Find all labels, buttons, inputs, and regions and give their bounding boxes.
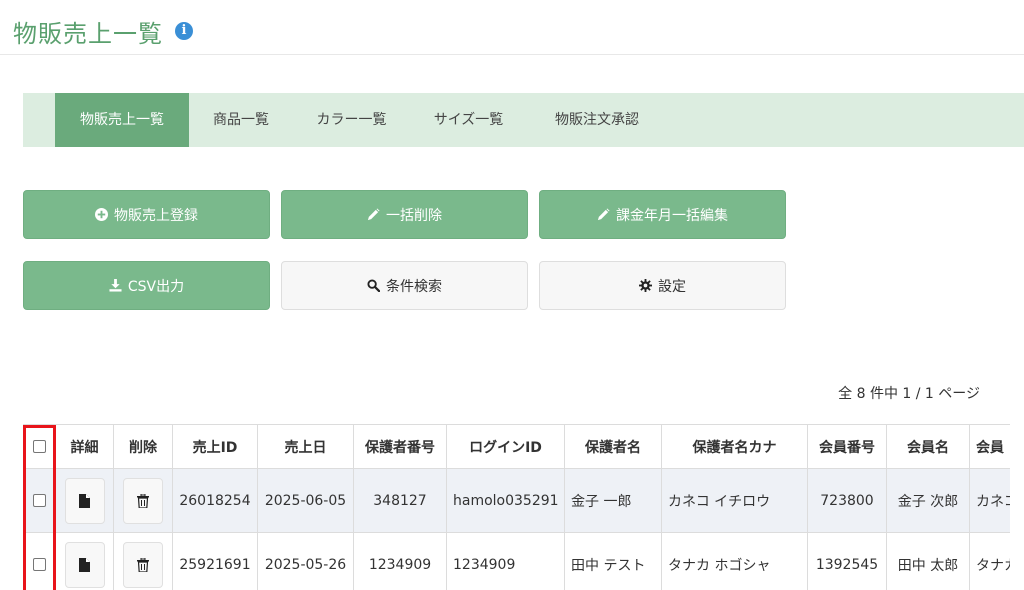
member-kana-cell: カネコ: [969, 468, 1010, 533]
detail-cell: [55, 532, 114, 590]
delete-button[interactable]: [123, 477, 163, 524]
tab-sales-list[interactable]: 物販売上一覧: [55, 93, 189, 147]
tab-bar: 物販売上一覧 商品一覧 カラー一覧 サイズ一覧 物販注文承認: [23, 93, 1024, 147]
member-name-cell: 金子 次郎: [886, 468, 970, 533]
download-icon: [109, 279, 122, 292]
row-checkbox-cell: [23, 468, 56, 533]
login-id-cell: hamolo035291: [446, 468, 565, 533]
bulk-edit-billing-label: 課金年月一括編集: [616, 207, 728, 224]
column-header[interactable]: 売上日: [257, 424, 354, 469]
delete-cell: [113, 468, 173, 533]
pencil-icon: [367, 208, 380, 221]
tab-order-approval[interactable]: 物販注文承認: [527, 93, 667, 147]
pagination-info: 全 8 件中 1 / 1 ページ: [838, 386, 980, 402]
sales-id-cell: 25921691: [172, 532, 258, 590]
column-header[interactable]: 保護者名: [564, 424, 662, 469]
guardian-name-cell: 田中 テスト: [564, 532, 662, 590]
csv-export-button[interactable]: CSV出力: [23, 261, 270, 310]
guardian-number-cell: 1234909: [353, 532, 447, 590]
column-header[interactable]: 売上ID: [172, 424, 258, 469]
column-header[interactable]: 会員: [969, 424, 1010, 469]
tab-sizes[interactable]: サイズ一覧: [410, 93, 527, 147]
page-title: 物販売上一覧: [13, 20, 163, 48]
bulk-edit-billing-button[interactable]: 課金年月一括編集: [539, 190, 786, 239]
pencil-icon: [597, 208, 610, 221]
guardian-kana-cell: カネコ イチロウ: [661, 468, 808, 533]
gear-icon: [639, 279, 652, 292]
bulk-delete-label: 一括削除: [386, 207, 442, 224]
file-icon: [79, 557, 90, 572]
column-header[interactable]: 保護者番号: [353, 424, 447, 469]
sales-id-cell: 26018254: [172, 468, 258, 533]
column-header: 削除: [113, 424, 173, 469]
delete-cell: [113, 532, 173, 590]
register-sale-label: 物販売上登録: [114, 207, 198, 224]
register-sale-button[interactable]: 物販売上登録: [23, 190, 270, 239]
bulk-delete-button[interactable]: 一括削除: [281, 190, 528, 239]
member-kana-cell: タナカ: [969, 532, 1010, 590]
condition-search-label: 条件検索: [386, 278, 442, 295]
row-checkbox[interactable]: [33, 494, 46, 507]
table-row: 25921691 2025-05-26 1234909 1234909 田中 テ…: [23, 532, 1010, 590]
detail-cell: [55, 468, 114, 533]
tab-products[interactable]: 商品一覧: [189, 93, 293, 147]
guardian-kana-cell: タナカ ホゴシャ: [661, 532, 808, 590]
table-header-row: 詳細 削除 売上ID 売上日 保護者番号 ログインID 保護者名 保護者名カナ …: [23, 424, 1010, 469]
trash-icon: [137, 557, 149, 572]
sales-date-cell: 2025-06-05: [257, 468, 354, 533]
sales-date-cell: 2025-05-26: [257, 532, 354, 590]
member-number-cell: 723800: [807, 468, 887, 533]
page-header: 物販売上一覧 i: [0, 0, 1024, 55]
table-row: 26018254 2025-06-05 348127 hamolo035291 …: [23, 468, 1010, 533]
guardian-name-cell: 金子 一郎: [564, 468, 662, 533]
row-checkbox[interactable]: [33, 558, 46, 571]
search-icon: [367, 279, 380, 292]
sales-table-container: 詳細 削除 売上ID 売上日 保護者番号 ログインID 保護者名 保護者名カナ …: [23, 424, 1010, 590]
login-id-cell: 1234909: [446, 532, 565, 590]
settings-button[interactable]: 設定: [539, 261, 786, 310]
guardian-number-cell: 348127: [353, 468, 447, 533]
column-header: 詳細: [55, 424, 114, 469]
select-all-checkbox[interactable]: [33, 440, 46, 453]
column-header[interactable]: 保護者名カナ: [661, 424, 808, 469]
member-number-cell: 1392545: [807, 532, 887, 590]
csv-export-label: CSV出力: [127, 278, 185, 295]
file-icon: [79, 493, 90, 508]
member-name-cell: 田中 太郎: [886, 532, 970, 590]
delete-button[interactable]: [123, 541, 163, 588]
detail-button[interactable]: [64, 541, 105, 588]
plus-circle-icon: [95, 208, 108, 221]
detail-button[interactable]: [64, 477, 105, 524]
column-header[interactable]: 会員番号: [807, 424, 887, 469]
settings-label: 設定: [658, 278, 686, 295]
info-circle-icon[interactable]: i: [175, 22, 193, 40]
trash-icon: [137, 493, 149, 508]
tab-colors[interactable]: カラー一覧: [293, 93, 410, 147]
column-header[interactable]: 会員名: [886, 424, 970, 469]
select-all-checkbox-cell: [23, 424, 56, 469]
row-checkbox-cell: [23, 532, 56, 590]
column-header[interactable]: ログインID: [446, 424, 565, 469]
condition-search-button[interactable]: 条件検索: [281, 261, 528, 310]
sales-table: 詳細 削除 売上ID 売上日 保護者番号 ログインID 保護者名 保護者名カナ …: [23, 424, 1010, 590]
